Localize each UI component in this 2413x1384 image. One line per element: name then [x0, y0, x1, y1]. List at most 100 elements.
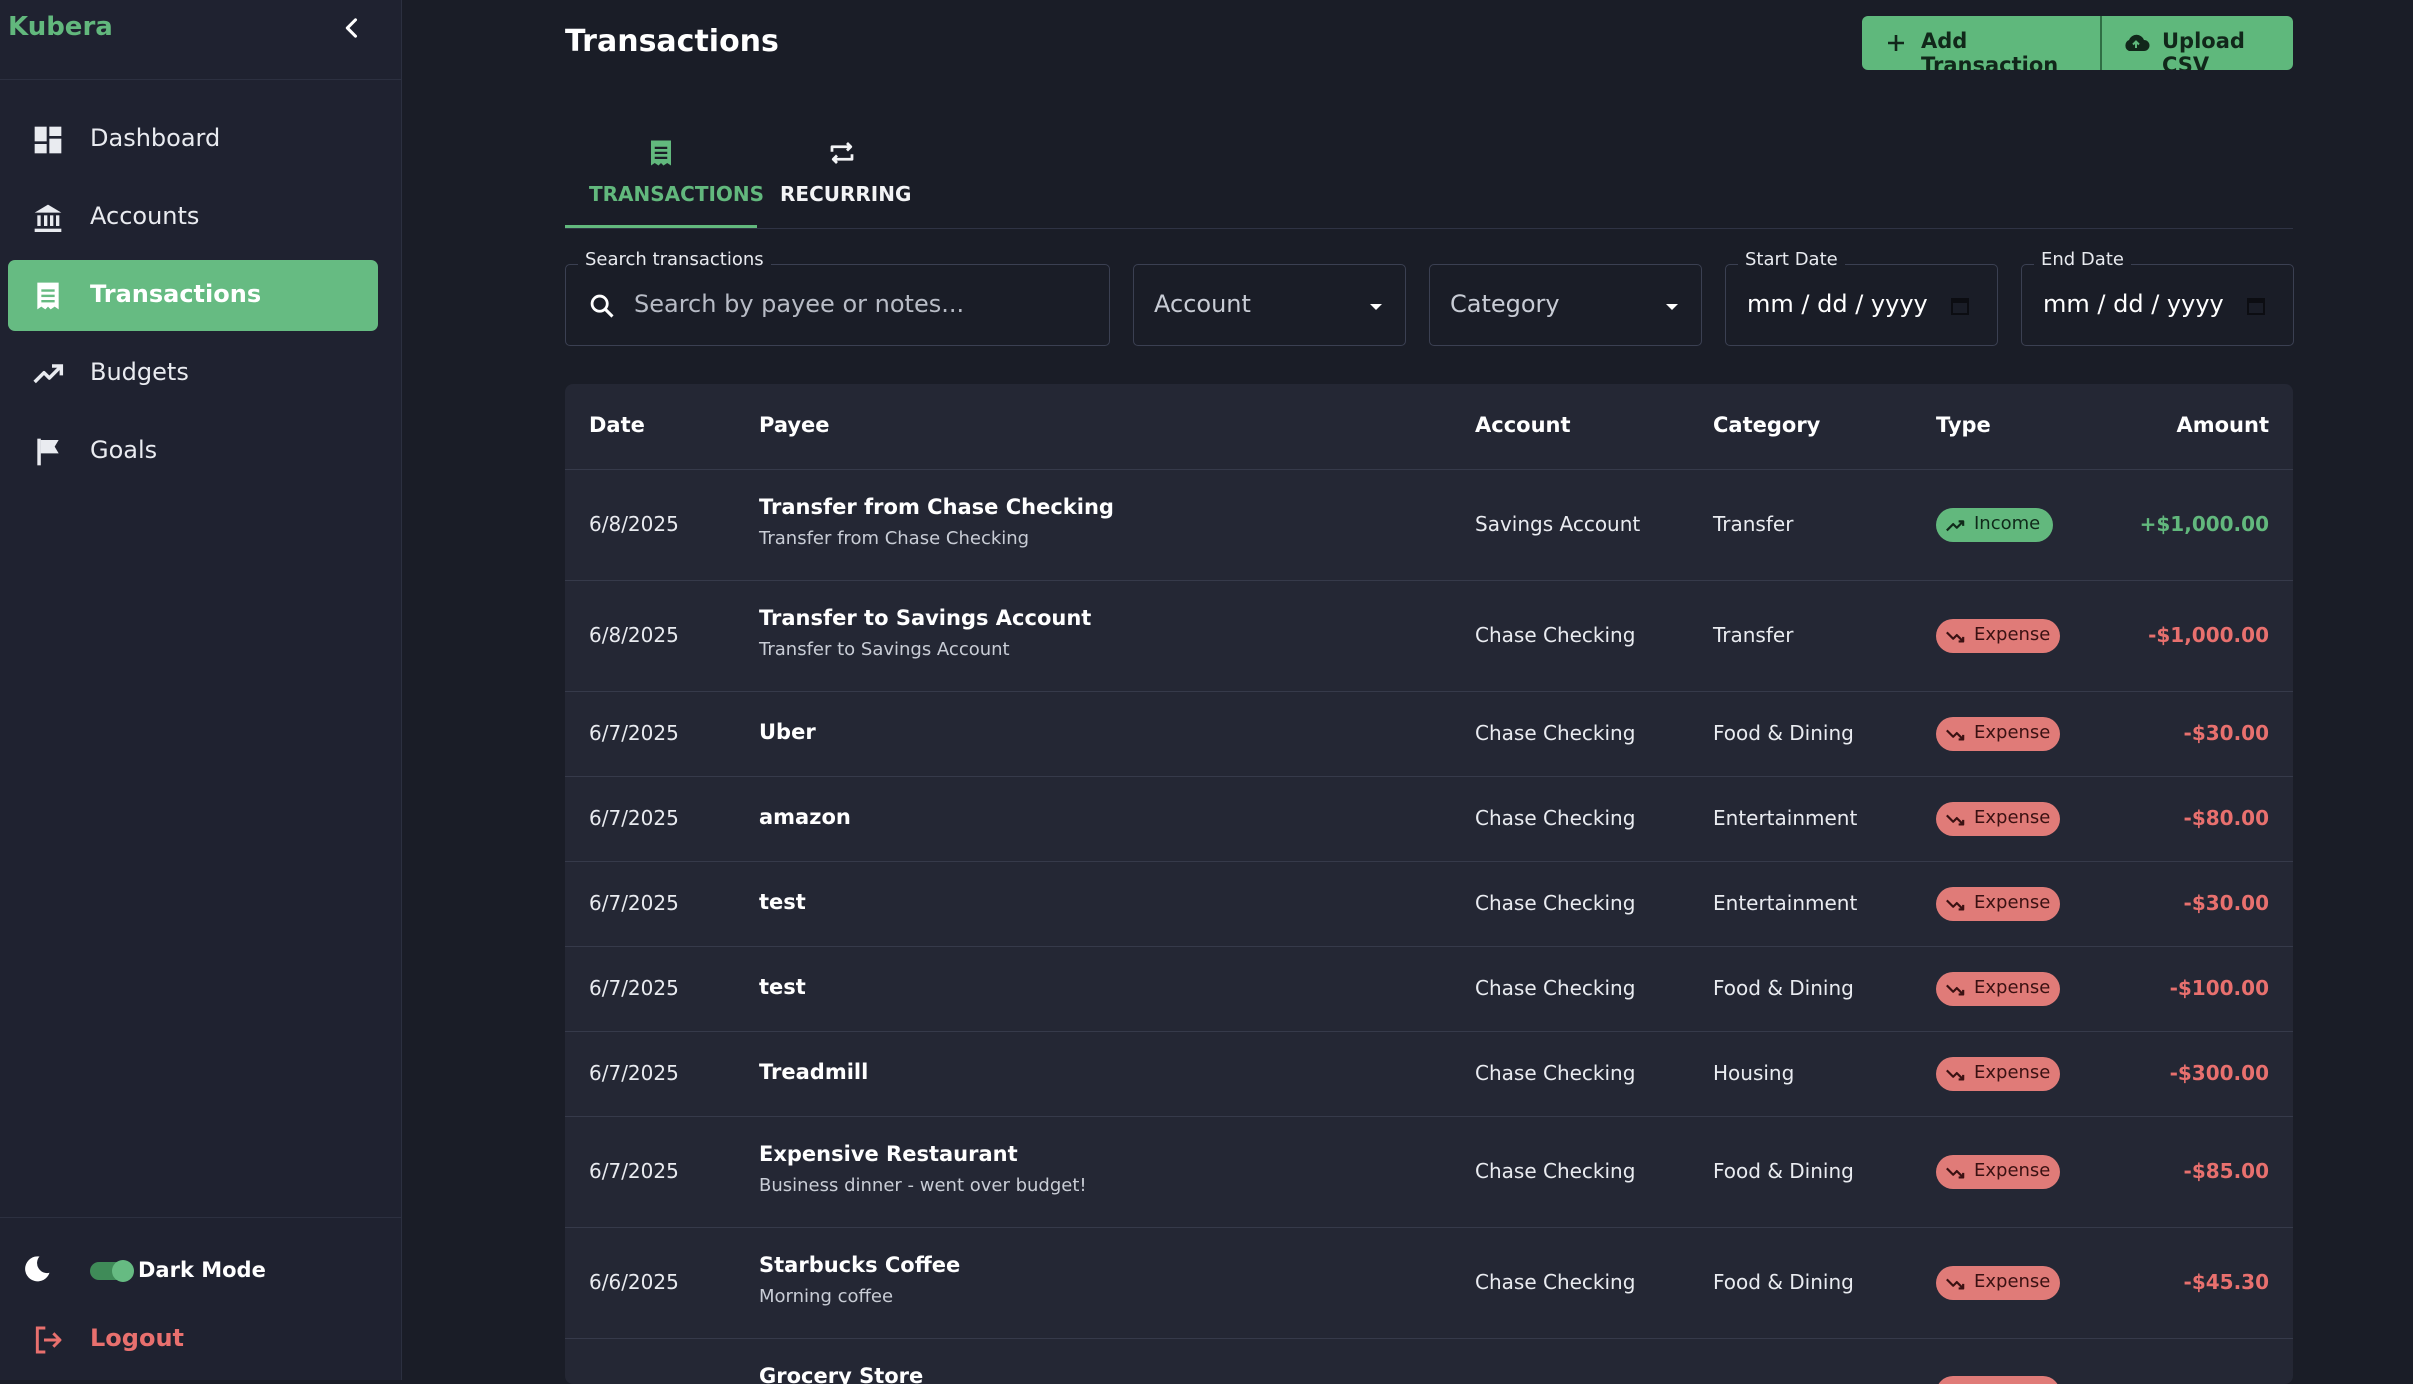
cell-category: Food & Dining — [1713, 1158, 1854, 1183]
sidebar-item-dashboard[interactable]: Dashboard — [8, 104, 378, 175]
column-header-amount[interactable]: Amount — [2176, 413, 2269, 437]
trending-down-icon — [1946, 729, 1965, 741]
action-button-group: Add Transaction Upload CSV — [1862, 16, 2293, 70]
cell-amount: -$45.30 — [2183, 1269, 2269, 1294]
sidebar-footer: Dark Mode Logout — [0, 1217, 402, 1381]
sidebar-item-accounts[interactable]: Accounts — [8, 182, 378, 253]
type-badge-label: Expense — [1974, 721, 2051, 743]
cell-amount: -$30.00 — [2183, 720, 2269, 745]
calendar-icon[interactable] — [1948, 292, 1972, 320]
type-badge: Expense — [1936, 618, 2060, 653]
table-row[interactable]: 6/7/2025 test Chase Checking Food & Dining … — [565, 946, 2293, 1032]
cell-account: Chase Checking — [1475, 1060, 1636, 1085]
table-row[interactable]: 6/8/2025 Transfer from Chase Checking Tran… — [565, 469, 2293, 581]
transactions-table: Date Payee Account Category Type Amount … — [565, 384, 2293, 1384]
sidebar-item-budgets[interactable]: Budgets — [8, 338, 378, 409]
cell-date: 6/7/2025 — [589, 890, 679, 915]
receipt-icon — [37, 282, 59, 310]
page-title: Transactions — [565, 24, 779, 59]
table-row[interactable]: 6/7/2025 amazon Chase Checking Entertainmen… — [565, 776, 2293, 862]
sidebar-item-goals[interactable]: Goals — [8, 416, 378, 487]
account-select[interactable]: Account — [1133, 264, 1406, 346]
cell-amount: +$1,000.00 — [2139, 511, 2269, 536]
column-header-account[interactable]: Account — [1475, 413, 1571, 437]
type-badge-label: Expense — [1974, 1061, 2051, 1083]
chevron-left-icon[interactable] — [338, 14, 366, 42]
dark-mode-label: Dark Mode — [138, 1258, 266, 1282]
trending-down-icon — [1946, 984, 1965, 996]
start-date-input[interactable]: Start Date mm / dd / yyyy — [1725, 249, 1998, 346]
cell-date: 6/7/2025 — [589, 1158, 679, 1183]
cloud-upload-icon — [2125, 34, 2150, 51]
tab-transactions[interactable]: TRANSACTIONS — [565, 124, 764, 228]
column-header-type[interactable]: Type — [1936, 413, 1991, 437]
type-badge: Expense — [1936, 1265, 2060, 1300]
cell-date: 6/7/2025 — [589, 975, 679, 1000]
end-date-label: End Date — [2034, 249, 2131, 270]
add-transaction-button[interactable]: Add Transaction — [1862, 16, 2102, 70]
table-row[interactable]: 6/7/2025 test Chase Checking Entertainment … — [565, 861, 2293, 947]
logout-icon[interactable] — [32, 1324, 64, 1356]
search-icon — [590, 294, 614, 318]
type-badge: Expense — [1936, 1056, 2060, 1091]
cell-payee: Grocery Store — [759, 1364, 924, 1384]
app-logo[interactable]: Kubera — [8, 12, 113, 42]
cell-note: Morning coffee — [759, 1285, 894, 1307]
cell-payee: Starbucks Coffee — [759, 1252, 961, 1277]
sidebar: Kubera Dashboard Accounts Transactions B… — [0, 0, 402, 1380]
cell-amount: -$1,000.00 — [2148, 622, 2269, 647]
cell-amount: -$30.00 — [2183, 890, 2269, 915]
table-header: Date Payee Account Category Type Amount — [565, 384, 2293, 470]
cell-amount: -$300.00 — [2169, 1060, 2269, 1085]
search-input[interactable]: Search transactions Search by payee or n… — [565, 249, 1110, 346]
dashboard-icon — [34, 126, 62, 154]
calendar-icon[interactable] — [2244, 292, 2268, 320]
trending-up-icon — [1946, 519, 1965, 531]
column-header-category[interactable]: Category — [1713, 413, 1820, 437]
cell-note: Transfer to Savings Account — [759, 638, 1010, 660]
type-badge: Expense — [1936, 1376, 2060, 1384]
cell-note: Transfer from Chase Checking — [759, 527, 1030, 549]
trending-down-icon — [1946, 814, 1965, 826]
table-row[interactable]: 6/6/2025 Starbucks Coffee Morning coffee Ch… — [565, 1227, 2293, 1339]
repeat-icon — [830, 142, 854, 164]
sidebar-item-transactions[interactable]: Transactions — [8, 260, 378, 331]
cell-account: Chase Checking — [1475, 1158, 1636, 1183]
cell-amount: -$100.00 — [2169, 975, 2269, 1000]
column-header-date[interactable]: Date — [589, 413, 645, 437]
tab-recurring[interactable]: RECURRING — [757, 124, 931, 228]
logout-button[interactable]: Logout — [90, 1324, 184, 1352]
cell-date: 6/6/2025 — [589, 1269, 679, 1294]
dark-mode-toggle[interactable] — [90, 1260, 134, 1282]
cell-date: 6/7/2025 — [589, 720, 679, 745]
table-row[interactable]: 6/8/2025 Transfer to Savings Account Trans… — [565, 580, 2293, 692]
table-row[interactable]: 6/7/2025 Expensive Restaurant Business din… — [565, 1116, 2293, 1228]
cell-account: Chase Checking — [1475, 890, 1636, 915]
column-header-payee[interactable]: Payee — [759, 413, 830, 437]
cell-account: Chase Checking — [1475, 622, 1636, 647]
cell-account: Chase Checking — [1475, 1269, 1636, 1294]
cell-date: 6/7/2025 — [589, 805, 679, 830]
cell-payee: test — [759, 889, 806, 914]
type-badge: Expense — [1936, 1154, 2060, 1189]
type-badge: Expense — [1936, 971, 2060, 1006]
table-row[interactable]: 6/7/2025 Treadmill Chase Checking Housing E… — [565, 1031, 2293, 1117]
end-date-input[interactable]: End Date mm / dd / yyyy — [2021, 249, 2294, 346]
cell-payee: Transfer to Savings Account — [759, 605, 1092, 630]
caret-down-icon — [1666, 304, 1678, 310]
trending-down-icon — [1946, 1278, 1965, 1290]
search-label: Search transactions — [578, 249, 771, 270]
search-placeholder: Search by payee or notes... — [634, 290, 965, 318]
account-select-value: Account — [1154, 290, 1251, 318]
table-row[interactable]: 6/7/2025 Uber Chase Checking Food & Dining … — [565, 691, 2293, 777]
type-badge: Expense — [1936, 886, 2060, 921]
upload-csv-button[interactable]: Upload CSV — [2102, 16, 2293, 70]
end-date-value: mm / dd / yyyy — [2043, 290, 2224, 318]
table-row[interactable]: Grocery Store Expense — [565, 1338, 2293, 1384]
category-select[interactable]: Category — [1429, 264, 1702, 346]
caret-down-icon — [1370, 304, 1382, 310]
sidebar-item-label: Accounts — [90, 202, 200, 230]
cell-account: Chase Checking — [1475, 720, 1636, 745]
type-badge-label: Expense — [1974, 806, 2051, 828]
cell-category: Food & Dining — [1713, 975, 1854, 1000]
